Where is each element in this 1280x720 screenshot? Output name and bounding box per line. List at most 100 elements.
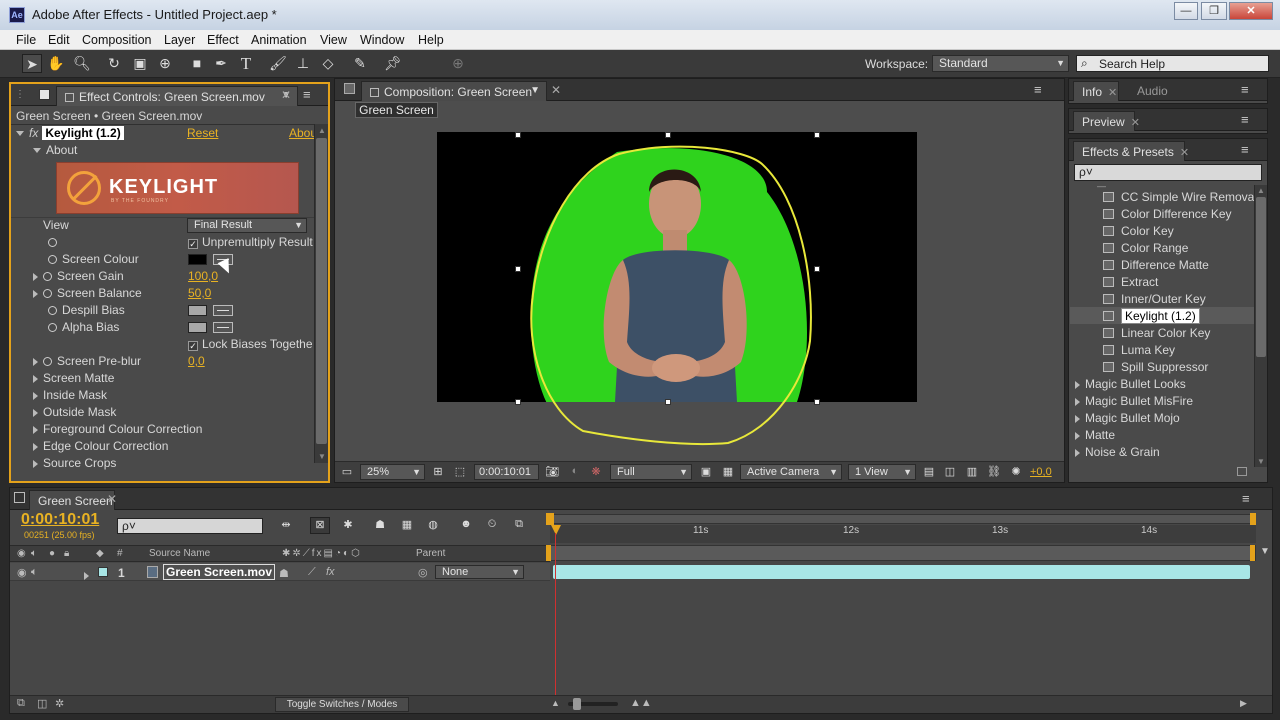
expand-icon[interactable] <box>33 442 38 451</box>
panel-menu-icon[interactable]: ≡ <box>1241 112 1249 127</box>
camera-tool-icon[interactable]: ▣ <box>130 54 150 73</box>
expand-icon[interactable] <box>33 272 38 281</box>
transform-handle[interactable] <box>515 132 521 138</box>
close-tab-icon[interactable]: ✕ <box>1108 87 1117 99</box>
always-preview-icon[interactable]: ▭ <box>340 465 354 482</box>
frame-blending-icon[interactable]: ▦ <box>397 518 417 535</box>
tab-audio[interactable]: Audio <box>1129 81 1179 101</box>
stopwatch-icon[interactable] <box>48 238 57 247</box>
transform-handle[interactable] <box>665 399 671 405</box>
label-column-icon[interactable]: ◆ <box>96 548 104 559</box>
effect-controls-scrollbar[interactable]: ▲ ▼ <box>314 124 328 463</box>
effect-name[interactable]: Keylight (1.2) <box>42 126 124 140</box>
clone-stamp-tool-icon[interactable]: ⊥ <box>293 54 313 73</box>
search-help-input[interactable]: ⌕ Search Help <box>1076 55 1269 72</box>
expand-icon[interactable] <box>1075 414 1080 423</box>
timeline-hscroll[interactable] <box>558 700 1248 708</box>
comp-marker-icon[interactable]: ▼ <box>1260 546 1270 557</box>
in-out-icon[interactable]: ✲ <box>55 697 64 710</box>
puppet-pin-tool-icon[interactable]: 📌︎ <box>383 54 403 73</box>
category-matte[interactable]: Matte <box>1075 428 1115 442</box>
graph-editor-icon[interactable]: ⧉ <box>509 518 529 535</box>
menu-view[interactable]: View <box>320 33 347 47</box>
selection-tool-icon[interactable]: ➤ <box>22 54 42 73</box>
new-folder-icon[interactable] <box>1237 467 1247 476</box>
menu-composition[interactable]: Composition <box>82 33 151 47</box>
menu-file[interactable]: File <box>16 33 36 47</box>
source-name-header[interactable]: Source Name <box>149 548 210 559</box>
fx-switch-icon[interactable]: fx <box>326 566 335 578</box>
roto-brush-tool-icon[interactable]: ✎ <box>350 54 370 73</box>
alpha-bias-swatch[interactable] <box>188 322 207 333</box>
zoom-dropdown[interactable]: 25% ▼ <box>360 464 425 480</box>
tab-effects-presets[interactable]: Effects & Presets ✕ <box>1073 141 1189 161</box>
eyedropper-icon[interactable] <box>213 322 233 333</box>
transform-handle[interactable] <box>665 132 671 138</box>
effect-item-color-range[interactable]: Color Range <box>1103 241 1188 255</box>
expand-icon[interactable] <box>33 459 38 468</box>
category-noise-grain[interactable]: Noise & Grain <box>1075 445 1160 459</box>
eraser-tool-icon[interactable]: ◇ <box>318 54 338 73</box>
tab-green-screen[interactable]: Green Screen <box>29 490 115 510</box>
transform-handle[interactable] <box>814 132 820 138</box>
reset-exposure-icon[interactable]: ✺ <box>1009 465 1023 482</box>
resolution-dropdown[interactable]: Full ▼ <box>610 464 692 480</box>
color-channels-icon[interactable]: ❋ <box>589 465 603 482</box>
menu-edit[interactable]: Edit <box>48 33 70 47</box>
maximize-button[interactable]: ❐ <box>1201 2 1227 20</box>
effect-item-luma-key[interactable]: Luma Key <box>1103 343 1175 357</box>
expand-layer-icon[interactable] <box>84 568 94 582</box>
work-area-start-handle[interactable] <box>546 513 554 525</box>
expand-icon[interactable] <box>1075 380 1080 389</box>
about-link[interactable]: Abou <box>289 126 317 140</box>
type-tool-icon[interactable]: T <box>236 54 256 73</box>
expand-icon[interactable] <box>1075 448 1080 457</box>
hand-tool-icon[interactable]: ✋ <box>46 54 66 73</box>
shy-switch-icon[interactable]: ☗ <box>279 567 289 580</box>
work-area-end-handle[interactable] <box>1250 513 1256 525</box>
transform-handle[interactable] <box>515 266 521 272</box>
rotation-tool-icon[interactable]: ↻ <box>104 54 124 73</box>
region-of-interest-icon[interactable]: ⬚ <box>453 465 467 482</box>
menu-help[interactable]: Help <box>418 33 444 47</box>
label-color-swatch[interactable] <box>98 567 108 577</box>
screen-preblur-value[interactable]: 0,0 <box>188 354 205 368</box>
hide-shy-layers-icon[interactable]: ☗ <box>370 518 390 535</box>
eye-icon[interactable]: ◉ <box>17 566 27 579</box>
expand-icon[interactable] <box>33 289 38 298</box>
screen-balance-value[interactable]: 50,0 <box>188 286 211 300</box>
scrollbar-thumb[interactable] <box>316 138 327 444</box>
current-time-indicator[interactable] <box>551 525 561 535</box>
effect-item-color-key[interactable]: Color Key <box>1103 224 1174 238</box>
keylight-effect-header[interactable]: fx Keylight (1.2) <box>16 126 124 140</box>
panel-menu-icon[interactable]: ≡ <box>1241 82 1249 97</box>
effects-scrollbar[interactable]: ▲ ▼ <box>1254 185 1267 467</box>
camera-dropdown[interactable]: Active Camera ▼ <box>740 464 842 480</box>
tab-effect-controls[interactable]: Effect Controls: Green Screen.mov ▼ <box>56 86 298 106</box>
reset-link[interactable]: Reset <box>187 126 218 140</box>
group-outside-mask[interactable]: Outside Mask <box>33 405 116 419</box>
stopwatch-icon[interactable] <box>43 272 52 281</box>
expand-icon[interactable] <box>33 374 38 383</box>
speaker-icon[interactable]: 🔈︎ <box>31 566 38 579</box>
live-update-icon[interactable]: ⊠ <box>310 517 330 534</box>
expand-icon[interactable] <box>33 425 38 434</box>
lock-column-icon[interactable]: 🔒︎ <box>64 548 69 559</box>
close-tab-icon[interactable]: ✕ <box>107 492 117 506</box>
brainstorm-icon[interactable]: ☻ <box>456 518 476 535</box>
effect-item-color-difference-key[interactable]: Color Difference Key <box>1103 207 1232 221</box>
layer-switches-icon[interactable]: ⧉ <box>17 697 25 710</box>
motion-blur-icon[interactable]: ◍ <box>423 518 443 535</box>
screen-gain-value[interactable]: 100,0 <box>188 269 218 283</box>
tab-info[interactable]: Info ✕ <box>1073 81 1119 101</box>
group-edge-colour-correction[interactable]: Edge Colour Correction <box>33 439 168 453</box>
timeline-icon[interactable]: ▥ <box>965 465 979 482</box>
menu-layer[interactable]: Layer <box>164 33 195 47</box>
stopwatch-icon[interactable] <box>43 357 52 366</box>
transfer-controls-icon[interactable]: ◫ <box>37 697 47 710</box>
effect-item-difference-matte[interactable]: Difference Matte <box>1103 258 1209 272</box>
current-time-display[interactable]: 0:00:10:01 <box>474 464 539 480</box>
work-area-bar[interactable] <box>550 514 1256 524</box>
expand-icon[interactable] <box>1075 397 1080 406</box>
scroll-right-icon[interactable]: ▶ <box>1240 698 1247 709</box>
